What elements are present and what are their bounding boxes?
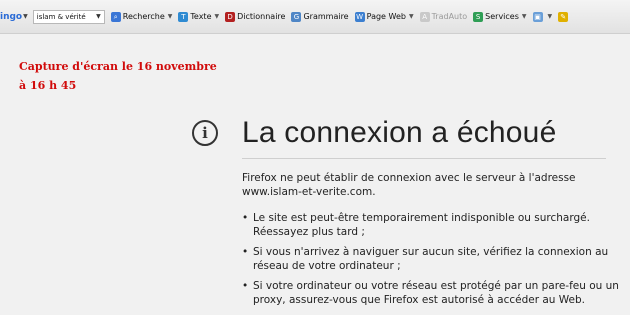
annotation-line-1: Capture d'écran le 16 novembre <box>19 60 217 73</box>
chevron-down-icon: ▼ <box>96 13 101 20</box>
toolbar-item-label: Texte <box>190 12 212 21</box>
error-message: Firefox ne peut établir de connexion ave… <box>242 172 576 198</box>
toolbar-tool-button[interactable]: ✎ <box>558 11 570 22</box>
chevron-down-icon: ▼ <box>214 13 220 20</box>
chevron-down-icon[interactable]: ▼ <box>23 13 28 20</box>
toolbar-item-label: Dictionnaire <box>237 12 286 21</box>
dictionary-icon: D <box>225 11 236 22</box>
extension-icon: ▣ <box>532 11 543 22</box>
translate-icon: A <box>419 11 430 22</box>
toolbar-extra-button[interactable]: ▣ ▼ <box>532 11 553 22</box>
grammar-icon: G <box>291 11 302 22</box>
toolbar-dictionnaire-button[interactable]: D Dictionnaire <box>225 11 286 22</box>
list-item: Si vous n'arrivez à naviguer sur aucun s… <box>242 245 627 273</box>
search-icon: ⌕ <box>110 11 121 22</box>
divider <box>242 158 606 159</box>
tool-icon: ✎ <box>558 11 569 22</box>
web-page-icon: W <box>354 11 365 22</box>
info-icon: i <box>192 120 218 146</box>
toolbar-item-label: Recherche <box>122 12 165 21</box>
toolbar-pageweb-button[interactable]: W Page Web ▼ <box>354 11 414 22</box>
annotation-line-2: à 16 h 45 <box>19 79 77 92</box>
toolbar-texte-button[interactable]: T Texte ▼ <box>178 11 220 22</box>
toolbar-services-button[interactable]: S Services ▼ <box>473 11 527 22</box>
toolbar-item-label: Page Web <box>366 12 406 21</box>
chevron-down-icon: ▼ <box>167 13 173 20</box>
toolbar: ingo ▼ islam & vérité ▼ ⌕ Recherche ▼ T … <box>0 0 630 34</box>
toolbar-item-label: Services <box>485 12 519 21</box>
search-select[interactable]: islam & vérité ▼ <box>32 9 105 24</box>
services-icon: S <box>473 11 484 22</box>
error-suggestions-list: Le site est peut-être temporairement ind… <box>242 211 627 313</box>
list-item: Le site est peut-être temporairement ind… <box>242 211 627 239</box>
text-icon: T <box>178 11 189 22</box>
list-item: Si votre ordinateur ou votre réseau est … <box>242 279 627 307</box>
toolbar-recherche-button[interactable]: ⌕ Recherche ▼ <box>110 11 173 22</box>
search-select-value: islam & vérité <box>36 12 86 21</box>
chevron-down-icon: ▼ <box>408 13 414 20</box>
toolbar-tradauto-button[interactable]: A TradAuto <box>419 11 468 22</box>
page-title: La connexion a échoué <box>242 116 557 149</box>
toolbar-item-label: Grammaire <box>303 12 349 21</box>
chevron-down-icon: ▼ <box>521 13 527 20</box>
toolbar-item-label: TradAuto <box>431 12 468 21</box>
toolbar-grammaire-button[interactable]: G Grammaire <box>291 11 349 22</box>
chevron-down-icon: ▼ <box>547 13 553 20</box>
brand-logo[interactable]: ingo <box>0 12 22 22</box>
